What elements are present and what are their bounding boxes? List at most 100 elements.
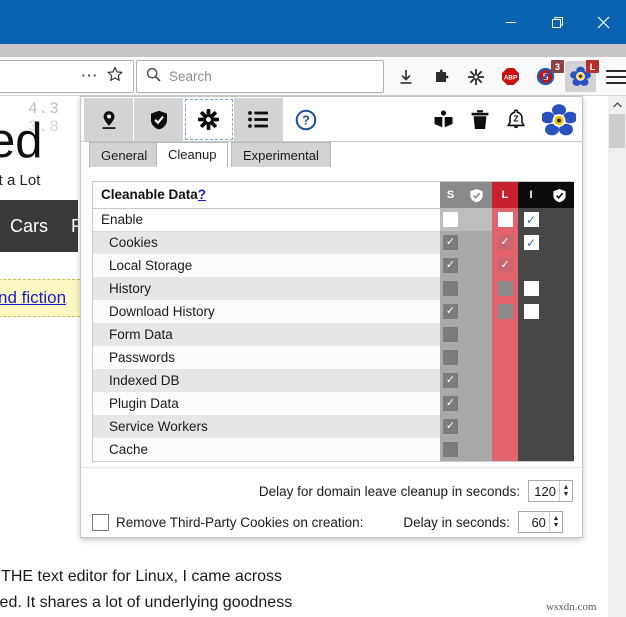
url-bar[interactable]: ⋯ bbox=[0, 60, 134, 93]
browser-tab-strip[interactable] bbox=[0, 44, 626, 57]
domain-delay-stepper[interactable]: 120 ▲ ▼ bbox=[528, 480, 573, 502]
app-menu-button[interactable] bbox=[606, 70, 626, 84]
stepper-down-icon[interactable]: ▼ bbox=[563, 491, 570, 498]
table-row[interactable]: Indexed DB✓ bbox=[93, 369, 574, 392]
table-title-help-link[interactable]: ? bbox=[198, 187, 206, 202]
column-header-l[interactable]: L bbox=[492, 182, 518, 208]
checkbox[interactable]: ✓ bbox=[443, 304, 458, 319]
restore-button[interactable] bbox=[534, 0, 580, 44]
checkbox[interactable] bbox=[443, 212, 458, 227]
cell-s[interactable]: ✓ bbox=[440, 254, 461, 277]
cell-i[interactable] bbox=[518, 277, 544, 300]
tab-experimental[interactable]: Experimental bbox=[231, 142, 331, 167]
checkbox[interactable]: ✓ bbox=[443, 419, 458, 434]
table-row[interactable]: Cache bbox=[93, 438, 574, 461]
table-row[interactable]: Service Workers✓ bbox=[93, 415, 574, 438]
checkbox[interactable] bbox=[443, 350, 458, 365]
stepper-up-icon[interactable]: ▲ bbox=[563, 484, 570, 491]
cell-s[interactable]: ✓ bbox=[440, 231, 461, 254]
cell-l[interactable] bbox=[492, 208, 518, 231]
checkbox[interactable]: ✓ bbox=[443, 373, 458, 388]
stepper-up-icon[interactable]: ▲ bbox=[552, 515, 559, 522]
cell-s[interactable] bbox=[440, 438, 461, 461]
checkbox[interactable] bbox=[498, 304, 513, 319]
cell-s[interactable]: ✓ bbox=[440, 300, 461, 323]
tab-cleanup[interactable]: Cleanup bbox=[156, 142, 228, 167]
stepper-arrows[interactable]: ▲ ▼ bbox=[549, 512, 562, 532]
page-nav-item-cars[interactable]: Cars bbox=[10, 216, 48, 237]
checkbox[interactable]: ✓ bbox=[498, 235, 513, 250]
checkbox[interactable]: ✓ bbox=[443, 396, 458, 411]
forget-me-not-icon[interactable]: L bbox=[565, 61, 596, 92]
scroll-up-icon[interactable] bbox=[608, 96, 626, 113]
close-button[interactable] bbox=[580, 0, 626, 44]
cell-s[interactable]: ✓ bbox=[440, 369, 461, 392]
popup-tab-settings[interactable] bbox=[184, 98, 234, 141]
page-actions-icon[interactable]: ⋯ bbox=[81, 71, 100, 81]
cell-l[interactable] bbox=[492, 300, 518, 323]
table-row[interactable]: History bbox=[93, 277, 574, 300]
flower-logo-icon[interactable] bbox=[542, 104, 576, 136]
remove-third-party-checkbox[interactable] bbox=[92, 514, 109, 531]
popup-tab-location[interactable] bbox=[84, 98, 134, 141]
popup-tab-list[interactable] bbox=[234, 98, 284, 141]
minimize-button[interactable] bbox=[488, 0, 534, 44]
cell-s[interactable] bbox=[440, 277, 461, 300]
checkbox[interactable]: ✓ bbox=[443, 235, 458, 250]
table-row[interactable]: Cookies✓✓✓ bbox=[93, 231, 574, 254]
stepper-arrows[interactable]: ▲ ▼ bbox=[559, 481, 572, 501]
table-row[interactable]: Local Storage✓✓ bbox=[93, 254, 574, 277]
cell-i[interactable]: ✓ bbox=[518, 208, 544, 231]
table-row[interactable]: Passwords bbox=[93, 346, 574, 369]
search-input-placeholder[interactable]: Search bbox=[169, 69, 212, 84]
column-header-s[interactable]: S bbox=[440, 182, 461, 208]
stepper-down-icon[interactable]: ▼ bbox=[552, 522, 559, 529]
search-bar[interactable]: Search bbox=[136, 60, 384, 93]
cell-i[interactable] bbox=[518, 300, 544, 323]
cell-l[interactable] bbox=[492, 277, 518, 300]
checkbox[interactable] bbox=[498, 212, 513, 227]
checkbox[interactable] bbox=[443, 442, 458, 457]
cell-l[interactable]: ✓ bbox=[492, 254, 518, 277]
creation-delay-stepper[interactable]: 60 ▲ ▼ bbox=[518, 511, 563, 533]
cell-l[interactable]: ✓ bbox=[492, 231, 518, 254]
cell-s[interactable] bbox=[440, 208, 461, 231]
popup-tab-shield[interactable] bbox=[134, 98, 184, 141]
checkbox[interactable]: ✓ bbox=[524, 235, 539, 250]
help-question-icon[interactable]: ? bbox=[284, 98, 328, 141]
adblock-plus-icon[interactable]: ABP bbox=[495, 61, 526, 92]
checkbox[interactable]: ✓ bbox=[443, 258, 458, 273]
trash-icon[interactable] bbox=[470, 109, 490, 130]
checkbox[interactable] bbox=[524, 281, 539, 296]
downloads-icon[interactable] bbox=[390, 61, 421, 92]
column-header-i[interactable]: I bbox=[518, 182, 544, 208]
creation-delay-value[interactable]: 60 bbox=[519, 515, 549, 530]
table-row[interactable]: Download History✓ bbox=[93, 300, 574, 323]
open-book-icon[interactable] bbox=[433, 109, 454, 130]
gear-icon[interactable] bbox=[460, 61, 491, 92]
checkbox[interactable] bbox=[524, 304, 539, 319]
page-highlight-link[interactable]: nd fiction bbox=[0, 288, 66, 308]
extensions-puzzle-icon[interactable] bbox=[425, 61, 456, 92]
cell-s[interactable]: ✓ bbox=[440, 415, 461, 438]
checkbox[interactable]: ✓ bbox=[498, 258, 513, 273]
tab-general[interactable]: General bbox=[89, 142, 159, 167]
bookmark-star-icon[interactable] bbox=[107, 66, 123, 87]
cell-i[interactable]: ✓ bbox=[518, 231, 544, 254]
cell-s[interactable]: ✓ bbox=[440, 392, 461, 415]
noscript-icon[interactable]: S 3 bbox=[530, 61, 561, 92]
checkbox[interactable] bbox=[443, 281, 458, 296]
table-row[interactable]: Form Data bbox=[93, 323, 574, 346]
bell-snooze-icon[interactable]: Z bbox=[506, 109, 526, 130]
checkbox[interactable] bbox=[498, 281, 513, 296]
table-row[interactable]: Enable✓ bbox=[93, 208, 574, 231]
cell-s[interactable] bbox=[440, 346, 461, 369]
table-row[interactable]: Plugin Data✓ bbox=[93, 392, 574, 415]
checkbox[interactable]: ✓ bbox=[524, 212, 539, 227]
page-scrollbar[interactable] bbox=[608, 96, 626, 617]
checkbox[interactable] bbox=[443, 327, 458, 342]
domain-delay-value[interactable]: 120 bbox=[529, 484, 559, 499]
column-header-i-shield[interactable] bbox=[544, 182, 574, 208]
scrollbar-thumb[interactable] bbox=[609, 114, 625, 148]
cell-s[interactable] bbox=[440, 323, 461, 346]
